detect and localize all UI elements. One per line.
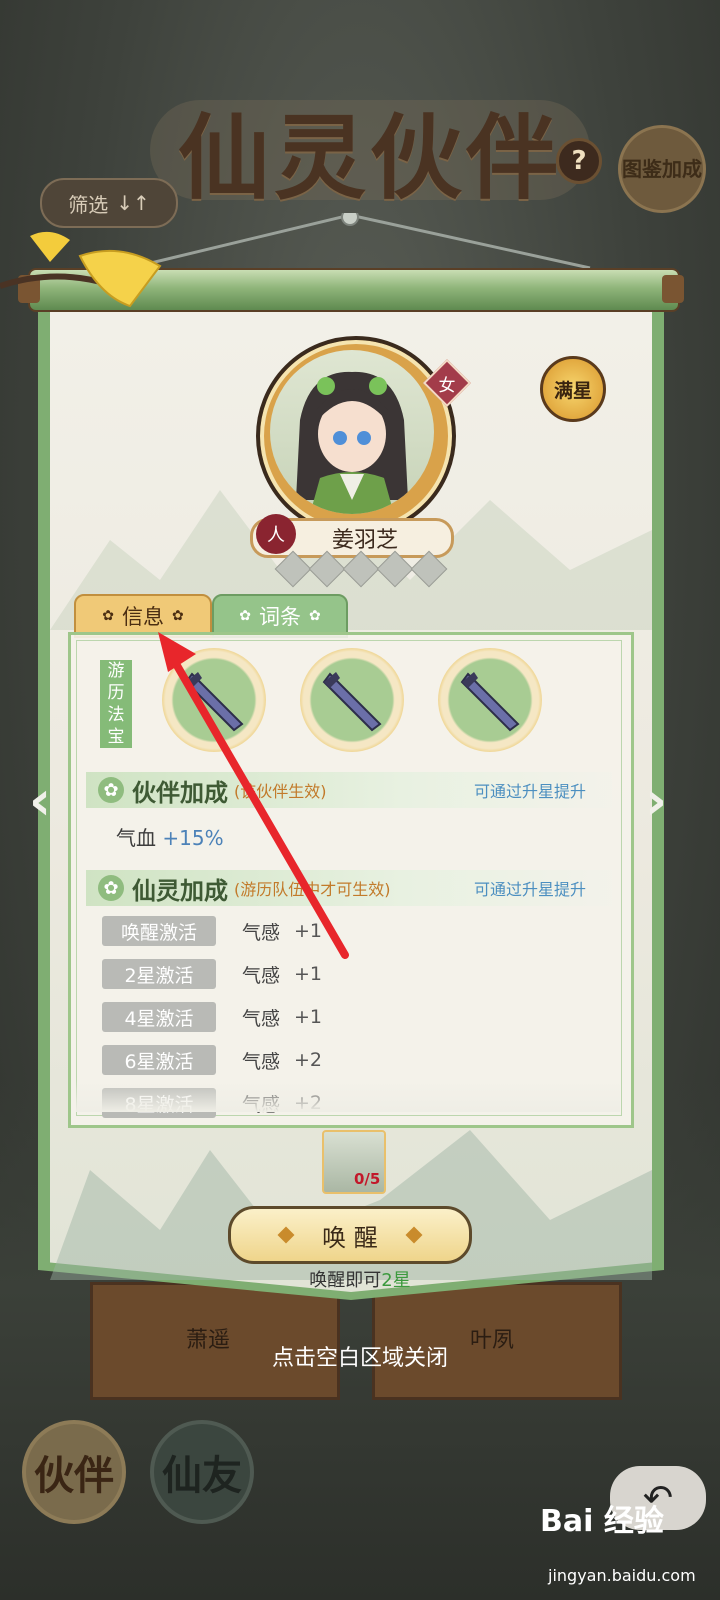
- next-partner-button[interactable]: ›: [636, 768, 676, 832]
- activation-label: 4星激活: [102, 1002, 216, 1032]
- activation-label: 6星激活: [102, 1045, 216, 1075]
- filter-label: 筛选: [68, 192, 109, 217]
- travel-treasure-label: 游历法宝: [100, 660, 132, 748]
- star-slot-icon: [410, 550, 448, 588]
- awaken-button[interactable]: 唤 醒: [228, 1206, 472, 1264]
- nav-partner-button[interactable]: 伙伴: [22, 1420, 126, 1524]
- treasure-slot[interactable]: [438, 648, 542, 752]
- star-slot-icon: [376, 550, 414, 588]
- scroll-rod-cap: [662, 275, 684, 303]
- chevron-left-icon: ‹: [28, 768, 52, 832]
- character-avatar-icon: [296, 371, 408, 514]
- gender-label: 女: [438, 375, 456, 396]
- watermark-logo: Bai 经验: [540, 1504, 664, 1539]
- ginkgo-branch-icon: [0, 231, 162, 308]
- nav-immortal-button[interactable]: 仙友: [150, 1420, 254, 1524]
- diamond-icon: [277, 1226, 295, 1244]
- star-slot-icon: [274, 550, 312, 588]
- chevron-right-icon: ›: [644, 768, 668, 832]
- page-title: 仙灵伙伴: [177, 103, 562, 212]
- hanging-rope: [129, 213, 591, 270]
- full-star-badge[interactable]: 满星: [540, 356, 606, 422]
- flower-icon: ✿: [102, 608, 114, 624]
- race-badge: 人: [256, 514, 296, 554]
- star-slot-icon: [342, 550, 380, 588]
- awaken-hint-text: 唤醒即可: [309, 1270, 382, 1291]
- star-slots: [274, 550, 448, 588]
- awaken-hint-star: 2星: [381, 1270, 411, 1291]
- character-portrait[interactable]: [270, 350, 434, 514]
- annotation-arrow-icon: [158, 632, 349, 959]
- awaken-label: 唤 醒: [322, 1223, 378, 1252]
- activation-stat: 气感: [242, 1007, 281, 1030]
- activation-value: +2: [294, 1049, 323, 1071]
- partner-bonus-hint: 可通过升星提升: [473, 782, 586, 801]
- watermark-url: jingyan.baidu.com: [548, 1566, 696, 1585]
- diamond-icon: [405, 1226, 423, 1244]
- sort-arrows-icon: ↓↑: [116, 191, 150, 215]
- previous-partner-button[interactable]: ‹: [20, 768, 60, 832]
- flower-icon: ✿: [98, 875, 124, 901]
- activation-value: +1: [294, 1006, 323, 1028]
- codex-bonus-button[interactable]: 图鉴加成: [618, 125, 706, 213]
- close-hint[interactable]: 点击空白区域关闭: [0, 1340, 720, 1372]
- help-button[interactable]: ?: [556, 138, 602, 184]
- activation-row: 4星激活 气感 +1: [102, 1002, 322, 1032]
- awaken-hint: 唤醒即可2星: [0, 1266, 720, 1292]
- activation-row: 6星激活 气感 +2: [102, 1045, 322, 1075]
- shard-count: 0/5: [354, 1170, 381, 1188]
- flower-icon: ✿: [98, 777, 124, 803]
- scroll-fade: [76, 1080, 620, 1112]
- page-title-banner: 仙灵伙伴: [150, 80, 590, 220]
- character-name: 姜羽芝: [331, 528, 398, 553]
- sword-icon: [460, 672, 520, 732]
- star-slot-icon: [308, 550, 346, 588]
- spirit-bonus-hint: 可通过升星提升: [473, 880, 586, 899]
- activation-stat: 气感: [242, 1050, 281, 1073]
